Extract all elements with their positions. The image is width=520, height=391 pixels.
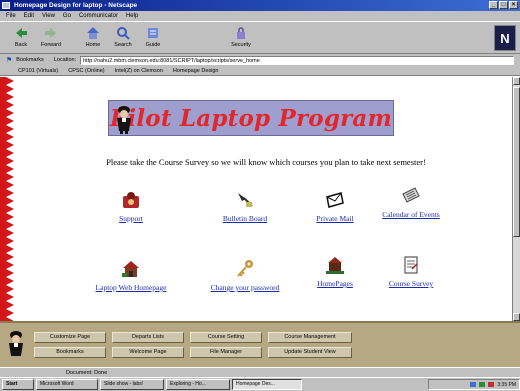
- link-change-password[interactable]: Change your password: [200, 259, 290, 292]
- menu-go[interactable]: Go: [63, 13, 71, 19]
- course-setting-button[interactable]: Course Setting: [190, 332, 262, 343]
- window-title: Homepage Design for laptop - Netscape: [14, 2, 138, 9]
- pilot-mascot-icon: [9, 331, 23, 356]
- home-icon: [86, 26, 100, 40]
- menu-view[interactable]: View: [42, 13, 55, 19]
- house-icon: [122, 261, 139, 277]
- survey-icon: [404, 256, 418, 274]
- maximize-button[interactable]: □: [499, 1, 508, 9]
- bookmark-item[interactable]: Homepage Design: [173, 68, 219, 74]
- location-bar: ⚑ Bookmarks Location: http://oahu2.mbm.c…: [0, 54, 520, 66]
- window-controls: _ □ ×: [489, 1, 518, 9]
- windows-taskbar: Start Microsoft Word Slide show - labs! …: [0, 377, 520, 391]
- guide-icon: [146, 26, 160, 40]
- search-button[interactable]: Search: [110, 24, 136, 52]
- banner: Pilot Laptop Program: [108, 100, 394, 136]
- departs-lists-button[interactable]: Departs Lists: [112, 332, 184, 343]
- start-button[interactable]: Start: [2, 379, 34, 390]
- key-icon: [237, 260, 253, 277]
- link-laptop-web-homepage[interactable]: Laptop Web Homepage: [86, 259, 176, 292]
- search-icon: [116, 26, 130, 40]
- scroll-thumb[interactable]: [513, 87, 520, 237]
- guide-button[interactable]: Guide: [140, 24, 166, 52]
- bookmarks-nav-button[interactable]: Bookmarks: [34, 347, 106, 358]
- calendar-icon: [402, 187, 420, 203]
- pilot-mascot-icon: [117, 106, 131, 134]
- menu-edit[interactable]: Edit: [24, 13, 34, 19]
- bottom-navigation-frame: Customize Page Departs Lists Course Sett…: [0, 321, 520, 367]
- mail-icon: [326, 192, 344, 208]
- forward-button[interactable]: Forward: [38, 24, 64, 52]
- url-input[interactable]: http://oahu2.mbm.clemson.edu:8081/SCRIPT…: [80, 55, 514, 65]
- customize-page-button[interactable]: Customize Page: [34, 332, 106, 343]
- menu-file[interactable]: File: [6, 13, 16, 19]
- bookmark-item[interactable]: CP101 (Virtuals): [18, 68, 58, 74]
- link-support[interactable]: Support: [86, 190, 176, 223]
- bookmark-item[interactable]: Intel(Z) on Clemson: [115, 68, 163, 74]
- scroll-down-arrow-icon[interactable]: [513, 313, 520, 321]
- back-arrow-icon: [14, 26, 28, 40]
- netscape-throbber-icon[interactable]: N: [494, 25, 516, 51]
- page-content: Pilot Laptop Program Please take the Cou…: [0, 77, 512, 321]
- clock: 3:35 PM: [497, 381, 516, 388]
- forward-arrow-icon: [44, 26, 58, 40]
- survey-message: Please take the Course Survey so we will…: [106, 157, 426, 167]
- link-bulletin-board[interactable]: Bulletin Board: [200, 190, 290, 223]
- bookmark-flag-icon[interactable]: ⚑: [6, 56, 12, 64]
- welcome-page-button[interactable]: Welcome Page: [112, 347, 184, 358]
- location-label: Location:: [53, 57, 77, 63]
- home-button[interactable]: Home: [80, 24, 106, 52]
- banner-title: Pilot Laptop Program: [109, 104, 393, 132]
- menu-communicator[interactable]: Communicator: [79, 13, 118, 19]
- close-button[interactable]: ×: [509, 1, 518, 9]
- tray-icon[interactable]: [470, 382, 477, 387]
- security-lock-icon: [234, 26, 248, 40]
- course-management-button[interactable]: Course Management: [268, 332, 352, 343]
- menu-bar: File Edit View Go Communicator Help: [0, 11, 520, 21]
- red-zigzag-border: [0, 77, 14, 321]
- scroll-up-arrow-icon[interactable]: [513, 77, 520, 85]
- link-calendar[interactable]: Calendar of Events: [366, 186, 456, 219]
- bookmark-item[interactable]: CPSC (Online): [68, 68, 104, 74]
- tray-icon[interactable]: [479, 382, 486, 387]
- taskbar-item[interactable]: Slide show - labs!: [100, 379, 164, 390]
- tray-icon[interactable]: [488, 382, 495, 387]
- status-bar: Document: Done: [0, 367, 520, 377]
- bookmarks-button[interactable]: Bookmarks: [16, 57, 44, 63]
- personal-toolbar: CP101 (Virtuals) CPSC (Online) Intel(Z) …: [0, 66, 520, 76]
- menu-help[interactable]: Help: [126, 13, 138, 19]
- minimize-button[interactable]: _: [489, 1, 498, 9]
- file-manager-button[interactable]: File Manager: [190, 347, 262, 358]
- bulletin-board-icon: [238, 193, 253, 207]
- navigation-toolbar: Back Forward Home Search Guide Security …: [0, 21, 520, 54]
- link-course-survey[interactable]: Course Survey: [366, 255, 456, 288]
- status-text: Document: Done: [66, 369, 108, 376]
- taskbar-item[interactable]: Exploring - Ho...: [166, 379, 230, 390]
- back-button[interactable]: Back: [8, 24, 34, 52]
- taskbar-item-active[interactable]: Homepage Des...: [232, 379, 302, 390]
- window-title-bar[interactable]: Homepage Design for laptop - Netscape _ …: [0, 0, 520, 11]
- support-icon: [123, 192, 139, 208]
- vertical-scrollbar[interactable]: [512, 77, 520, 321]
- homepages-icon: [326, 257, 344, 274]
- system-tray: 3:35 PM: [428, 379, 520, 390]
- taskbar-item[interactable]: Microsoft Word: [36, 379, 98, 390]
- netscape-app-icon: [2, 2, 10, 9]
- update-student-view-button[interactable]: Update Student View: [268, 347, 352, 358]
- security-button[interactable]: Security: [226, 24, 256, 52]
